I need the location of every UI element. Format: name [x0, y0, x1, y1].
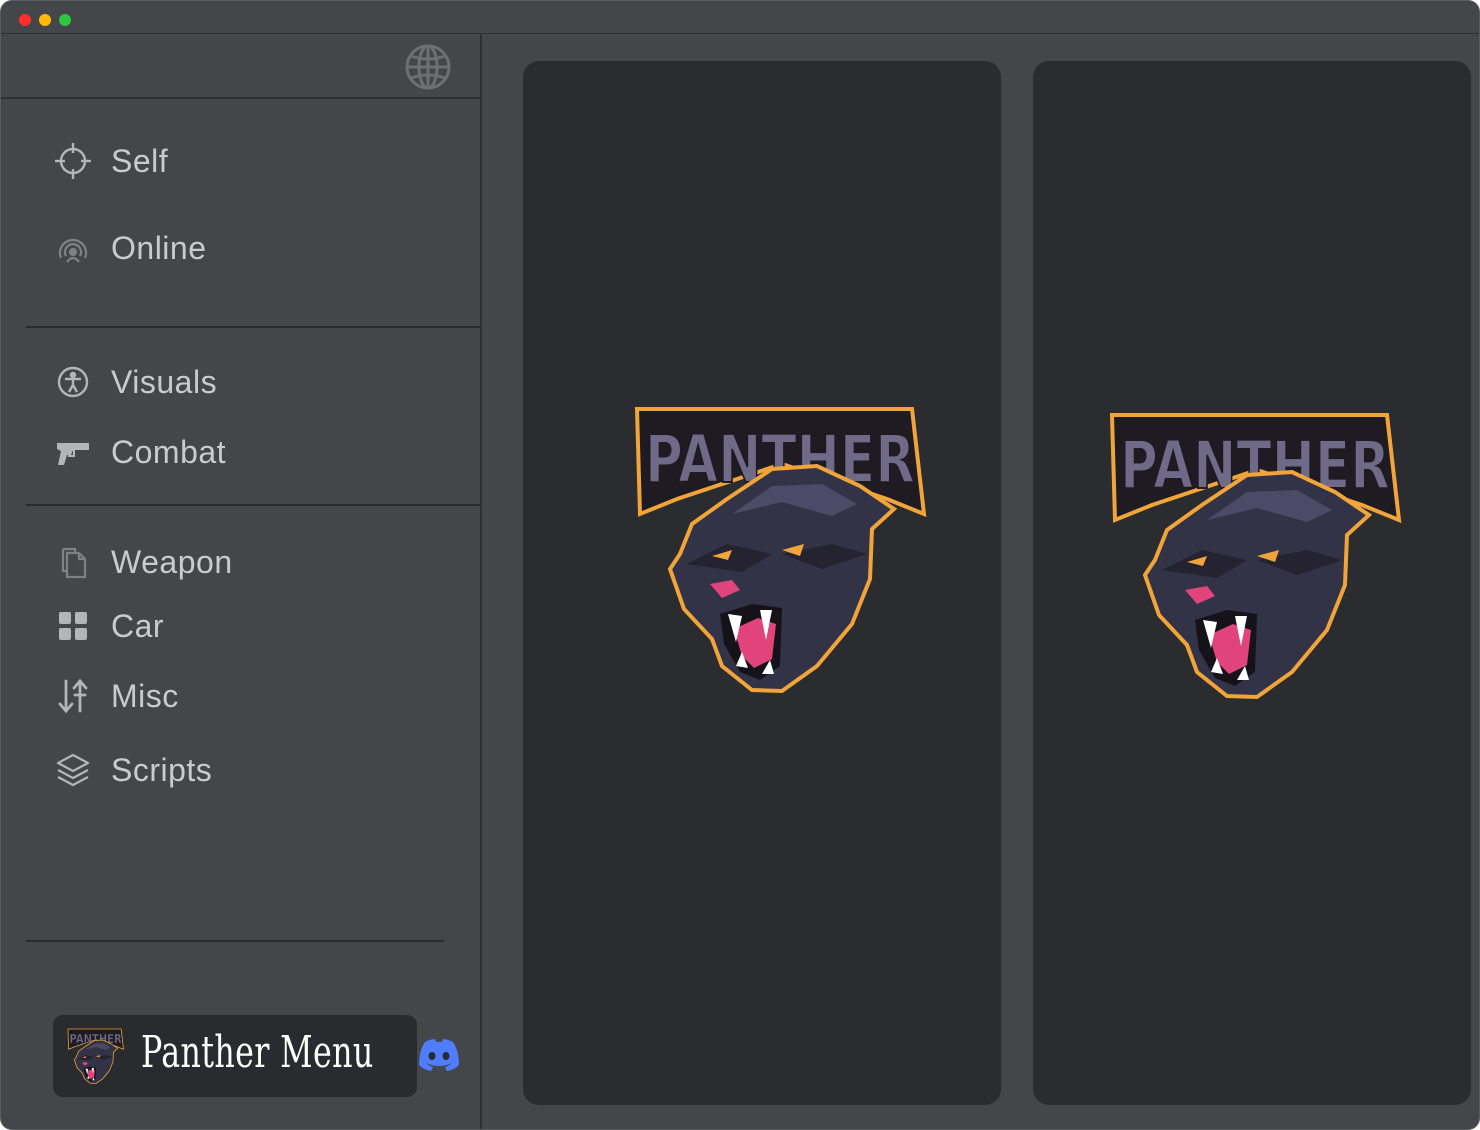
nav-label-misc: Misc — [111, 677, 179, 714]
nav-label-visuals: Visuals — [111, 363, 218, 400]
brand-card[interactable]: Panther Menu — [53, 1015, 459, 1097]
section-divider — [26, 504, 482, 506]
nav-item-online[interactable]: Online — [51, 223, 207, 273]
nav-label-weapon: Weapon — [111, 543, 233, 580]
nav-item-combat[interactable]: Combat — [51, 427, 226, 477]
zoom-window-button[interactable] — [59, 14, 71, 26]
nav-item-self[interactable]: Self — [51, 136, 168, 186]
panther-logo-icon — [1107, 410, 1407, 710]
accessibility-icon — [51, 360, 95, 404]
pistol-icon — [51, 430, 95, 474]
copy-icon — [51, 540, 95, 584]
nav-label-scripts: Scripts — [111, 751, 213, 788]
nav-label-online: Online — [111, 229, 207, 266]
broadcast-user-icon — [51, 226, 95, 270]
nav-item-visuals[interactable]: Visuals — [51, 357, 217, 407]
nav-label-self: Self — [111, 142, 169, 179]
panther-logo-icon — [632, 404, 932, 704]
sidebar: Self Online Visuals Combat Weapon Car Mi… — [1, 34, 482, 1129]
crosshair-icon — [51, 139, 95, 183]
grid-icon — [51, 604, 95, 648]
content-panel-left — [523, 61, 1001, 1105]
section-divider — [26, 326, 482, 328]
nav-item-car[interactable]: Car — [51, 601, 164, 651]
nav-item-weapon[interactable]: Weapon — [51, 537, 233, 587]
panther-logo-icon — [67, 1028, 125, 1086]
main-content — [484, 34, 1479, 1129]
discord-icon[interactable] — [417, 1037, 461, 1073]
minimize-window-button[interactable] — [39, 14, 51, 26]
nav-label-car: Car — [111, 607, 165, 644]
sort-arrows-icon — [51, 674, 95, 718]
app-window: Self Online Visuals Combat Weapon Car Mi… — [0, 0, 1480, 1130]
close-window-button[interactable] — [19, 14, 31, 26]
nav-item-scripts[interactable]: Scripts — [51, 745, 212, 795]
nav-item-misc[interactable]: Misc — [51, 671, 179, 721]
sidebar-header — [1, 34, 480, 99]
title-bar — [1, 1, 1479, 34]
section-divider — [26, 940, 444, 942]
nav-label-combat: Combat — [111, 433, 227, 470]
layers-icon — [51, 748, 95, 792]
content-panel-right — [1033, 61, 1471, 1105]
globe-icon[interactable] — [403, 42, 453, 92]
brand-name: Panther Menu — [141, 1027, 374, 1078]
